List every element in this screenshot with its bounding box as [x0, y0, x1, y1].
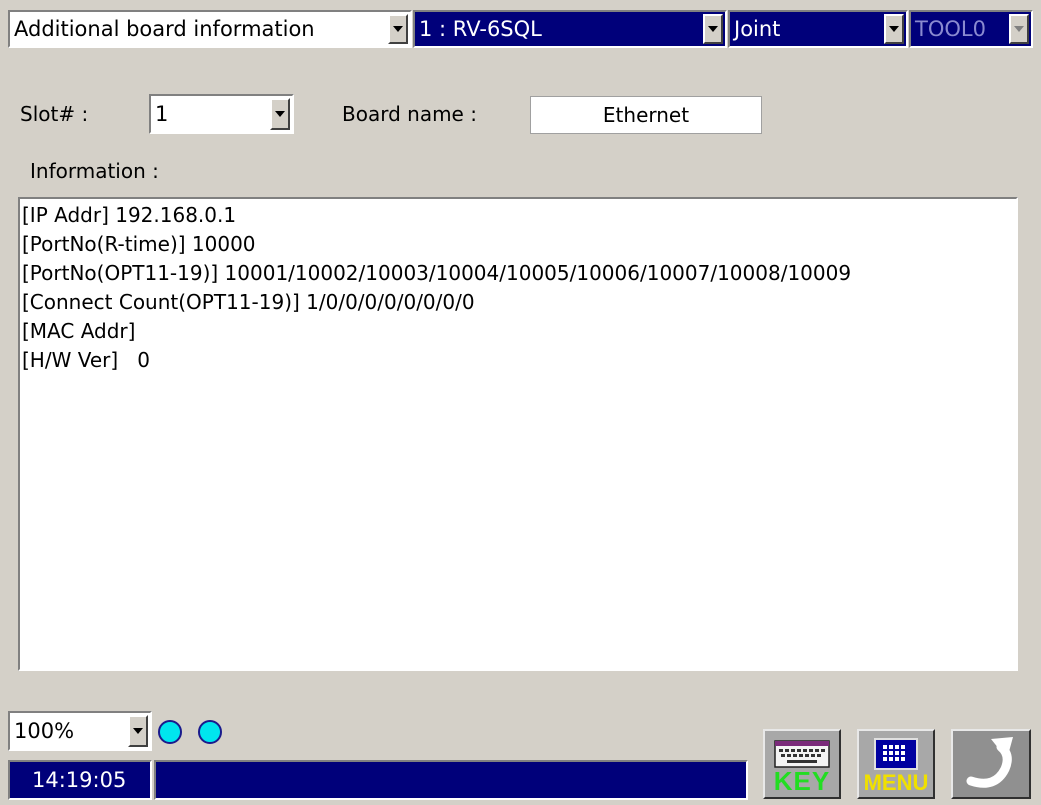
chevron-down-icon — [889, 26, 899, 32]
robot-select[interactable]: 1 : RV-6SQL — [413, 10, 727, 48]
slot-select[interactable]: 1 — [149, 94, 294, 134]
status-indicator-1 — [158, 720, 182, 744]
robot-select-dropdown-button[interactable] — [703, 14, 723, 44]
keyboard-button[interactable]: KEY — [763, 729, 841, 799]
back-button[interactable] — [951, 729, 1031, 799]
menu-button[interactable]: MENU — [857, 729, 935, 799]
slot-select-value: 1 — [155, 102, 169, 126]
info-line-ip-addr: [IP Addr] 192.168.0.1 — [22, 203, 237, 227]
slot-select-dropdown-button[interactable] — [270, 98, 290, 130]
slot-label: Slot# : — [20, 102, 89, 126]
board-name-field: Ethernet — [530, 96, 762, 134]
tool-select-value: TOOL0 — [915, 17, 986, 41]
status-indicator-2 — [198, 720, 222, 744]
chevron-down-icon — [133, 728, 143, 734]
menu-label: MENU — [863, 770, 929, 795]
info-line-mac-addr: [MAC Addr] — [22, 319, 136, 343]
information-label: Information : — [30, 159, 159, 183]
return-arrow-icon — [966, 737, 1013, 788]
jog-mode-select[interactable]: Joint — [728, 10, 908, 48]
tool-select: TOOL0 — [909, 10, 1033, 48]
screen-select[interactable]: Additional board information — [8, 10, 412, 48]
information-textarea[interactable]: [IP Addr] 192.168.0.1 [PortNo(R-time)] 1… — [18, 197, 1018, 671]
info-line-port-rtime: [PortNo(R-time)] 10000 — [22, 232, 256, 256]
tool-select-dropdown-button — [1009, 14, 1029, 44]
chevron-down-icon — [1014, 26, 1024, 32]
menu-grid-icon — [874, 738, 918, 770]
board-name-label: Board name : — [342, 102, 477, 126]
speed-select-value: 100% — [14, 719, 75, 743]
robot-select-value: 1 : RV-6SQL — [419, 17, 542, 41]
chevron-down-icon — [275, 111, 285, 117]
board-name-value: Ethernet — [602, 103, 690, 127]
screen-select-dropdown-button[interactable] — [388, 14, 408, 44]
chevron-down-icon — [708, 26, 718, 32]
info-line-connect-count: [Connect Count(OPT11-19)] 1/0/0/0/0/0/0/… — [22, 290, 475, 314]
speed-select-dropdown-button[interactable] — [128, 715, 148, 747]
screen-select-value: Additional board information — [14, 17, 315, 41]
status-message-bar — [154, 760, 748, 800]
info-line-port-opt: [PortNo(OPT11-19)] 10001/10002/10003/100… — [22, 261, 852, 285]
clock-display: 14:19:05 — [8, 760, 152, 800]
jog-mode-select-value: Joint — [734, 17, 781, 41]
info-line-hw-ver: [H/W Ver] 0 — [22, 348, 150, 372]
chevron-down-icon — [393, 26, 403, 32]
clock-time: 14:19:05 — [32, 768, 127, 792]
key-label: KEY — [773, 766, 831, 796]
jog-mode-select-dropdown-button[interactable] — [884, 14, 904, 44]
speed-select[interactable]: 100% — [8, 711, 152, 751]
